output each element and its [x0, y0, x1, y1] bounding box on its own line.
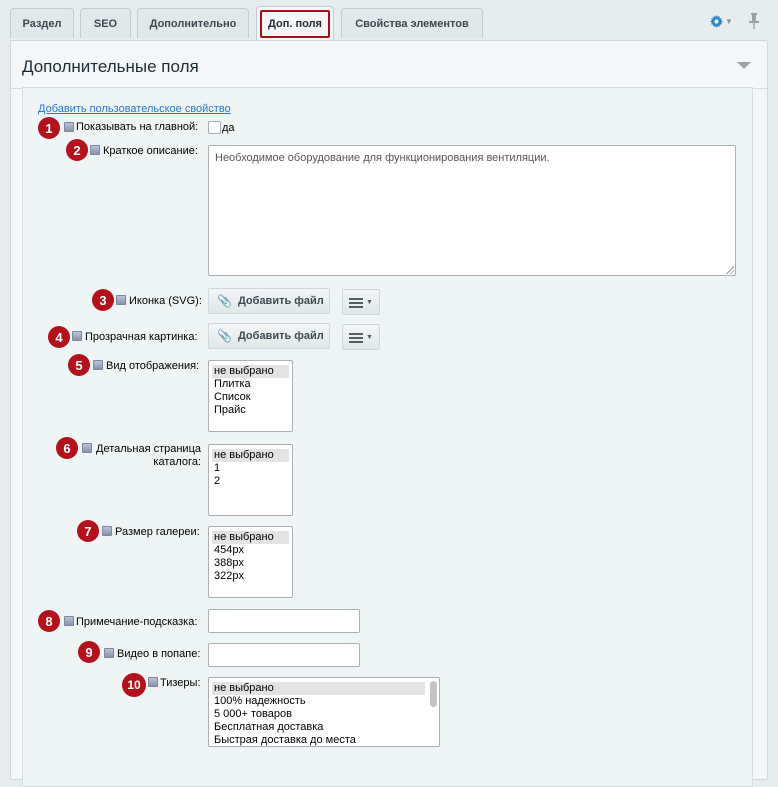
short-description-textarea[interactable]: Необходимое оборудование для функциониро… [208, 145, 736, 276]
field-number-badge: 3 [92, 289, 114, 311]
help-hint-icon[interactable] [93, 360, 103, 370]
list-option[interactable]: 322px [212, 570, 289, 583]
field-number-badge: 4 [48, 326, 70, 348]
panel-header: Дополнительные поля [11, 41, 767, 89]
gear-icon-shape [710, 14, 723, 28]
tab-additional-label: Дополнительно [149, 17, 237, 30]
file-menu-button[interactable]: ▼ [342, 324, 380, 350]
field-number-badge: 1 [38, 117, 60, 139]
transparent-image-label: Прозрачная картинка: [85, 331, 198, 343]
help-hint-icon[interactable] [102, 526, 112, 536]
list-option[interactable]: не выбрано [212, 531, 289, 544]
show-on-main-checkbox-label: да [222, 122, 235, 134]
menu-icon [349, 297, 364, 308]
popup-video-label: Видео в попапе: [117, 648, 201, 660]
field-number-badge: 8 [38, 610, 60, 632]
tooltip-note-input[interactable] [208, 609, 360, 633]
short-description-label: Краткое описание: [103, 145, 198, 157]
list-option[interactable]: 454px [212, 544, 289, 557]
teasers-label: Тизеры: [160, 677, 201, 689]
field-number-badge: 5 [68, 354, 90, 376]
icon-svg-label: Иконка (SVG): [129, 295, 202, 307]
tab-section-label: Раздел [22, 17, 62, 30]
resize-grip-icon[interactable] [726, 266, 734, 274]
tab-element-properties[interactable]: Свойства элементов [341, 8, 483, 38]
list-option[interactable]: Быстрая доставка до места [212, 734, 425, 746]
help-hint-icon[interactable] [116, 295, 126, 305]
chevron-down-icon: ▼ [366, 333, 373, 341]
list-option[interactable]: Бесплатная доставка [212, 721, 425, 734]
gear-icon[interactable]: ▼ [710, 13, 736, 29]
catalog-detail-listbox[interactable]: не выбрано 1 2 [208, 444, 293, 516]
field-number-badge: 10 [122, 673, 146, 697]
tab-additional[interactable]: Дополнительно [137, 8, 249, 38]
pin-icon[interactable] [748, 12, 762, 30]
show-on-main-checkbox[interactable] [208, 121, 221, 134]
tab-section[interactable]: Раздел [10, 8, 74, 38]
list-option[interactable]: 2 [212, 475, 289, 488]
pin-icon-shape [749, 13, 759, 29]
tooltip-note-label: Примечание-подсказка: [76, 616, 198, 628]
add-file-button[interactable]: 📎 Добавить файл [208, 288, 330, 314]
tab-extra-fields-label: Доп. поля [260, 9, 330, 38]
show-on-main-label: Показывать на главной: [76, 121, 199, 133]
list-option[interactable]: 388px [212, 557, 289, 570]
help-hint-icon[interactable] [104, 648, 114, 658]
list-option[interactable]: не выбрано [212, 449, 289, 462]
add-file-button-label: Добавить файл [237, 330, 324, 342]
display-view-listbox[interactable]: не выбрано Плитка Список Прайс [208, 360, 293, 432]
tab-seo[interactable]: SEO [80, 8, 131, 38]
gallery-size-listbox[interactable]: не выбрано 454px 388px 322px [208, 526, 293, 598]
catalog-detail-label: Детальная страница каталога: [95, 443, 201, 469]
list-option[interactable]: 5 000+ товаров [212, 708, 425, 721]
help-hint-icon[interactable] [148, 677, 158, 687]
panel-title: Дополнительные поля [22, 57, 199, 76]
field-number-badge: 2 [66, 139, 88, 161]
list-option[interactable]: 100% надежность [212, 695, 425, 708]
teasers-listbox[interactable]: не выбрано 100% надежность 5 000+ товаро… [208, 677, 440, 747]
list-option[interactable]: Прайс [212, 404, 289, 417]
display-view-label: Вид отображения: [106, 360, 200, 372]
tab-seo-label: SEO [93, 17, 118, 30]
add-file-button[interactable]: 📎 Добавить файл [208, 323, 330, 349]
menu-icon [349, 332, 364, 343]
add-file-button-label: Добавить файл [237, 295, 324, 307]
tab-bar: Раздел SEO Дополнительно Доп. поля Свойс… [0, 0, 778, 40]
field-number-badge: 6 [56, 437, 78, 459]
help-hint-icon[interactable] [72, 331, 82, 341]
tab-extra-fields[interactable]: Доп. поля [256, 6, 334, 40]
field-number-badge: 9 [78, 641, 100, 663]
chevron-down-icon: ▼ [725, 16, 733, 26]
list-option[interactable]: 1 [212, 462, 289, 475]
file-menu-button[interactable]: ▼ [342, 289, 380, 315]
help-hint-icon[interactable] [82, 443, 92, 453]
help-hint-icon[interactable] [64, 616, 74, 626]
tab-element-properties-label: Свойства элементов [355, 17, 469, 30]
help-hint-icon[interactable] [64, 122, 74, 132]
chevron-down-icon: ▼ [366, 298, 373, 306]
gallery-size-label: Размер галереи: [115, 526, 200, 538]
list-option[interactable]: Плитка [212, 378, 289, 391]
popup-video-input[interactable] [208, 643, 360, 667]
scrollbar-thumb[interactable] [430, 681, 437, 707]
help-hint-icon[interactable] [90, 145, 100, 155]
list-option[interactable]: не выбрано [212, 365, 289, 378]
list-option[interactable]: Список [212, 391, 289, 404]
collapse-triangle-icon[interactable] [737, 62, 751, 69]
add-custom-property-link[interactable]: Добавить пользовательское свойство [38, 103, 231, 115]
list-option[interactable]: не выбрано [212, 682, 425, 695]
paperclip-icon: 📎 [217, 329, 232, 343]
field-number-badge: 7 [77, 520, 99, 542]
paperclip-icon: 📎 [217, 294, 232, 308]
catalog-detail-label-line2: каталога: [153, 456, 201, 468]
catalog-detail-label-line1: Детальная страница [96, 443, 201, 455]
